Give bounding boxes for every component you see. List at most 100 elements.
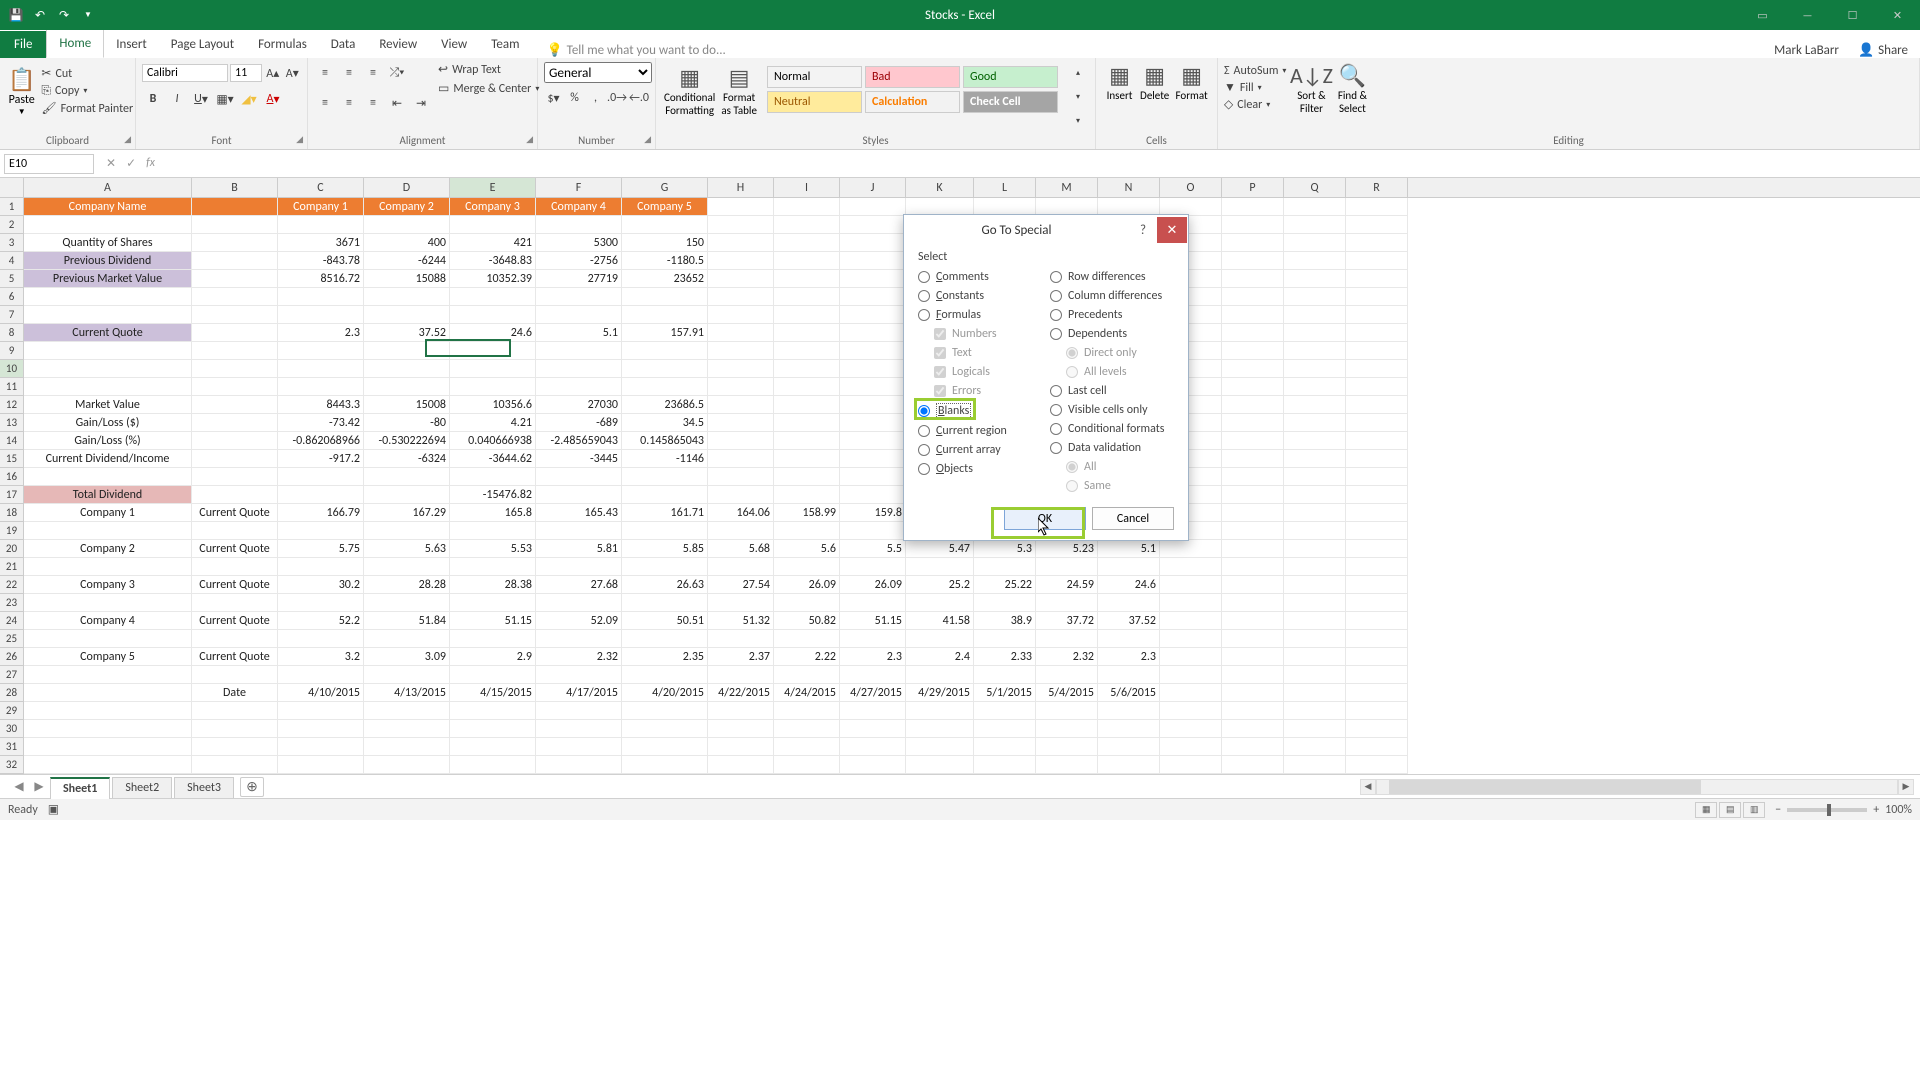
cell[interactable] bbox=[536, 306, 622, 324]
cell[interactable] bbox=[774, 378, 840, 396]
cell[interactable] bbox=[450, 378, 536, 396]
cell[interactable]: 51.32 bbox=[708, 612, 774, 630]
cell[interactable]: Company 2 bbox=[24, 540, 192, 558]
tab-team[interactable]: Team bbox=[479, 31, 531, 58]
border-icon[interactable]: ▦▾ bbox=[214, 88, 236, 110]
cell[interactable]: 2.33 bbox=[974, 648, 1036, 666]
cell[interactable]: 2.3 bbox=[278, 324, 364, 342]
cell[interactable]: 5.3 bbox=[974, 540, 1036, 558]
cell[interactable]: 27.68 bbox=[536, 576, 622, 594]
cell[interactable]: Gain/Loss (%) bbox=[24, 432, 192, 450]
cell[interactable] bbox=[1284, 540, 1346, 558]
cell[interactable] bbox=[24, 216, 192, 234]
cell[interactable]: Current Quote bbox=[192, 612, 278, 630]
cell[interactable] bbox=[1346, 324, 1408, 342]
cell[interactable] bbox=[1284, 648, 1346, 666]
radio-comments[interactable]: Comments bbox=[918, 270, 1042, 284]
cell[interactable] bbox=[1222, 522, 1284, 540]
cell[interactable]: 5.5 bbox=[840, 540, 906, 558]
row-header[interactable]: 26 bbox=[0, 648, 23, 666]
tab-pagelayout[interactable]: Page Layout bbox=[159, 31, 246, 58]
cell[interactable] bbox=[622, 702, 708, 720]
row-header[interactable]: 7 bbox=[0, 306, 23, 324]
cell[interactable]: Company 2 bbox=[364, 198, 450, 216]
row-header[interactable]: 10 bbox=[0, 360, 23, 378]
cell[interactable] bbox=[278, 216, 364, 234]
cell[interactable] bbox=[708, 342, 774, 360]
cell[interactable]: Company 1 bbox=[278, 198, 364, 216]
tab-data[interactable]: Data bbox=[319, 31, 368, 58]
cell[interactable] bbox=[536, 756, 622, 774]
row-header[interactable]: 24 bbox=[0, 612, 23, 630]
cell[interactable]: 23686.5 bbox=[622, 396, 708, 414]
style-good[interactable]: Good bbox=[963, 66, 1058, 88]
tab-review[interactable]: Review bbox=[367, 31, 429, 58]
cell[interactable] bbox=[192, 468, 278, 486]
cell[interactable] bbox=[450, 288, 536, 306]
column-header[interactable]: Q bbox=[1284, 178, 1346, 197]
cell[interactable]: 51.15 bbox=[840, 612, 906, 630]
cell[interactable]: 161.71 bbox=[622, 504, 708, 522]
cell[interactable] bbox=[192, 324, 278, 342]
column-header[interactable]: I bbox=[774, 178, 840, 197]
cell[interactable] bbox=[24, 702, 192, 720]
delete-cells-button[interactable]: Delete bbox=[1140, 89, 1169, 102]
cell[interactable]: 5.47 bbox=[906, 540, 974, 558]
cell[interactable]: Date bbox=[192, 684, 278, 702]
cell[interactable]: -80 bbox=[364, 414, 450, 432]
column-header[interactable]: F bbox=[536, 178, 622, 197]
cell[interactable] bbox=[450, 630, 536, 648]
format-as-table-icon[interactable]: ▤ bbox=[729, 64, 750, 91]
cell[interactable] bbox=[1346, 306, 1408, 324]
cell[interactable]: -2756 bbox=[536, 252, 622, 270]
cell[interactable] bbox=[24, 630, 192, 648]
cell[interactable] bbox=[840, 450, 906, 468]
cell[interactable] bbox=[1222, 360, 1284, 378]
cell[interactable]: Current Dividend/Income bbox=[24, 450, 192, 468]
cell[interactable] bbox=[1036, 702, 1098, 720]
cell[interactable]: 4/22/2015 bbox=[708, 684, 774, 702]
cell[interactable]: 5.63 bbox=[364, 540, 450, 558]
cell[interactable] bbox=[708, 270, 774, 288]
cell[interactable] bbox=[1284, 288, 1346, 306]
cell[interactable] bbox=[1222, 342, 1284, 360]
cell[interactable] bbox=[1222, 234, 1284, 252]
cell[interactable] bbox=[1098, 720, 1160, 738]
row-header[interactable]: 28 bbox=[0, 684, 23, 702]
cell[interactable] bbox=[536, 558, 622, 576]
close-icon[interactable]: ✕ bbox=[1875, 0, 1920, 30]
cell[interactable]: 158.99 bbox=[774, 504, 840, 522]
row-header[interactable]: 13 bbox=[0, 414, 23, 432]
enter-formula-icon[interactable]: ✓ bbox=[126, 156, 136, 171]
cell[interactable]: 5.6 bbox=[774, 540, 840, 558]
sort-filter-button[interactable]: Sort & Filter bbox=[1292, 89, 1330, 115]
cell[interactable] bbox=[1346, 630, 1408, 648]
radio-array[interactable]: Current array bbox=[918, 443, 1042, 457]
cell[interactable]: 2.32 bbox=[536, 648, 622, 666]
cell[interactable] bbox=[840, 234, 906, 252]
user-name-label[interactable]: Mark LaBarr bbox=[1774, 43, 1839, 58]
row-header[interactable]: 1 bbox=[0, 198, 23, 216]
cell[interactable] bbox=[1346, 558, 1408, 576]
undo-icon[interactable]: ↶ bbox=[32, 7, 48, 23]
cell[interactable] bbox=[622, 378, 708, 396]
row-header[interactable]: 6 bbox=[0, 288, 23, 306]
cell[interactable] bbox=[974, 756, 1036, 774]
cell[interactable] bbox=[1284, 684, 1346, 702]
cell[interactable] bbox=[24, 342, 192, 360]
row-header[interactable]: 25 bbox=[0, 630, 23, 648]
radio-last[interactable]: Last cell bbox=[1050, 384, 1174, 398]
cell[interactable] bbox=[1346, 450, 1408, 468]
cell[interactable] bbox=[24, 594, 192, 612]
cell[interactable] bbox=[192, 558, 278, 576]
save-icon[interactable]: 💾 bbox=[8, 7, 24, 23]
cell[interactable]: 28.28 bbox=[364, 576, 450, 594]
dialog-close-icon[interactable]: ✕ bbox=[1157, 217, 1187, 243]
cell[interactable] bbox=[1346, 198, 1408, 216]
dialog-help-icon[interactable]: ? bbox=[1129, 216, 1157, 244]
row-header[interactable]: 15 bbox=[0, 450, 23, 468]
cell[interactable] bbox=[536, 522, 622, 540]
row-header[interactable]: 5 bbox=[0, 270, 23, 288]
view-pagebreak-icon[interactable]: ▥ bbox=[1743, 802, 1765, 818]
cell[interactable] bbox=[1346, 594, 1408, 612]
